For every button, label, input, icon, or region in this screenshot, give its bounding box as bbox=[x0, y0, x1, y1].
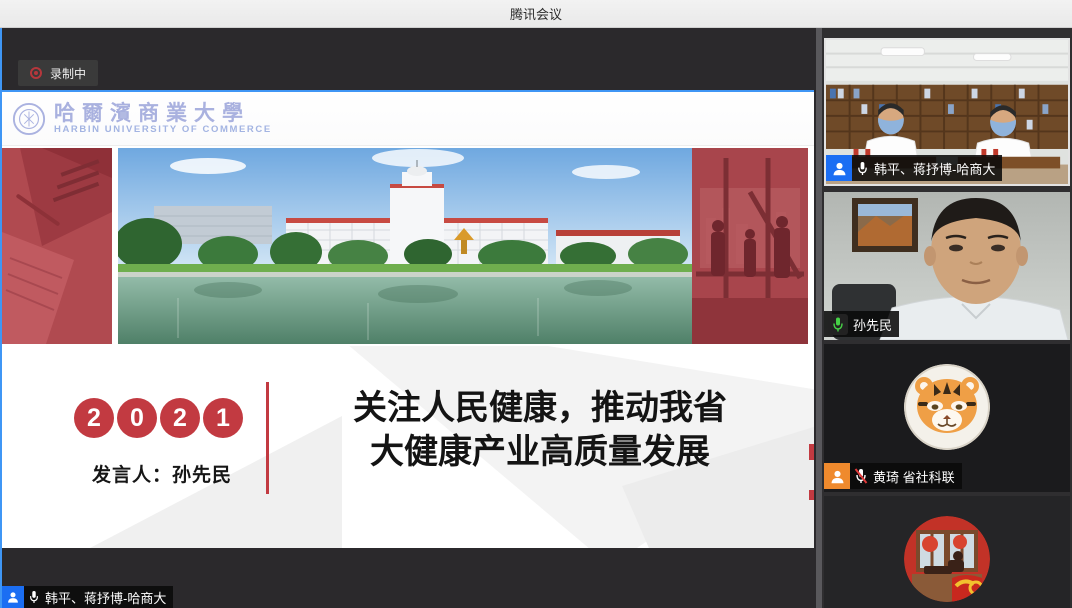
participant-1-name-tag: 韩平、蒋抒博-哈商大 bbox=[826, 155, 1002, 181]
mic-on-icon bbox=[28, 590, 40, 604]
recording-indicator[interactable]: 录制中 bbox=[18, 60, 98, 86]
mic-on-icon bbox=[856, 161, 869, 176]
presenter-name-label: 韩平、蒋抒博-哈商大 bbox=[45, 588, 166, 607]
person-badge-icon bbox=[2, 586, 24, 608]
red-divider-line bbox=[266, 382, 269, 494]
person-badge-icon bbox=[826, 155, 852, 181]
tiger-avatar bbox=[904, 364, 990, 450]
slide-title: 关注人民健康，推动我省 大健康产业高质量发展 bbox=[290, 386, 790, 474]
slide-lower-section: 2 0 2 1 发言人：孙先民 关注人民健康，推动我省 大健康产业高质量发展 bbox=[2, 346, 814, 548]
slide-university-header: 哈爾濱商業大學 HARBIN UNIVERSITY OF COMMERCE bbox=[2, 92, 814, 146]
slide-edge-accent bbox=[809, 490, 814, 500]
participant-video-2[interactable]: 孙先民 bbox=[824, 192, 1070, 340]
participant-3-name-tag: 黄琦 省社科联 bbox=[824, 463, 962, 489]
university-seal-icon bbox=[12, 102, 46, 136]
presenter-name-tag: 韩平、蒋抒博-哈商大 bbox=[2, 586, 173, 608]
participants-sidebar: 韩平、蒋抒博-哈商大 bbox=[822, 28, 1072, 608]
campus-photo bbox=[118, 148, 692, 344]
speaker-line: 发言人：孙先民 bbox=[62, 460, 262, 487]
slide-edge-accent bbox=[809, 444, 814, 460]
mic-speaking-icon bbox=[828, 314, 848, 335]
person-badge-icon bbox=[824, 463, 850, 489]
slide-photo-strip bbox=[2, 148, 814, 344]
recording-label: 录制中 bbox=[50, 65, 86, 82]
presentation-slide: 哈爾濱商業大學 HARBIN UNIVERSITY OF COMMERCE bbox=[2, 90, 814, 548]
participant-name: 韩平、蒋抒博-哈商大 bbox=[874, 159, 995, 178]
participant-video-1[interactable]: 韩平、蒋抒博-哈商大 bbox=[824, 38, 1070, 186]
participant-video-3[interactable]: 黄琦 省社科联 bbox=[824, 344, 1070, 492]
record-icon bbox=[30, 67, 42, 79]
year-digit: 1 bbox=[203, 398, 243, 438]
year-digit: 0 bbox=[117, 398, 157, 438]
participant-name: 黄琦 省社科联 bbox=[873, 467, 955, 486]
participant-video-4[interactable] bbox=[824, 496, 1070, 608]
window-title: 腾讯会议 bbox=[510, 4, 562, 23]
year-digit: 2 bbox=[160, 398, 200, 438]
shared-screen-area: 录制中 哈爾濱商業大學 HARBIN UNIVERSITY OF COMMERC… bbox=[0, 28, 816, 608]
red-scene-avatar bbox=[904, 516, 990, 602]
university-name-en: HARBIN UNIVERSITY OF COMMERCE bbox=[54, 124, 272, 135]
window-titlebar: 腾讯会议 bbox=[0, 0, 1072, 28]
slide-title-line1: 关注人民健康，推动我省 bbox=[290, 386, 790, 430]
participant-name: 孙先民 bbox=[853, 315, 892, 334]
slide-title-line2: 大健康产业高质量发展 bbox=[290, 430, 790, 474]
year-digit: 2 bbox=[74, 398, 114, 438]
mic-muted-icon bbox=[854, 468, 868, 484]
year-badge-2021: 2 0 2 1 bbox=[74, 398, 243, 438]
university-name-cn: 哈爾濱商業大學 bbox=[54, 102, 272, 124]
red-panel-desk-photo bbox=[2, 148, 112, 344]
participant-2-name-tag: 孙先民 bbox=[824, 311, 899, 337]
red-panel-people-photo bbox=[692, 148, 808, 344]
